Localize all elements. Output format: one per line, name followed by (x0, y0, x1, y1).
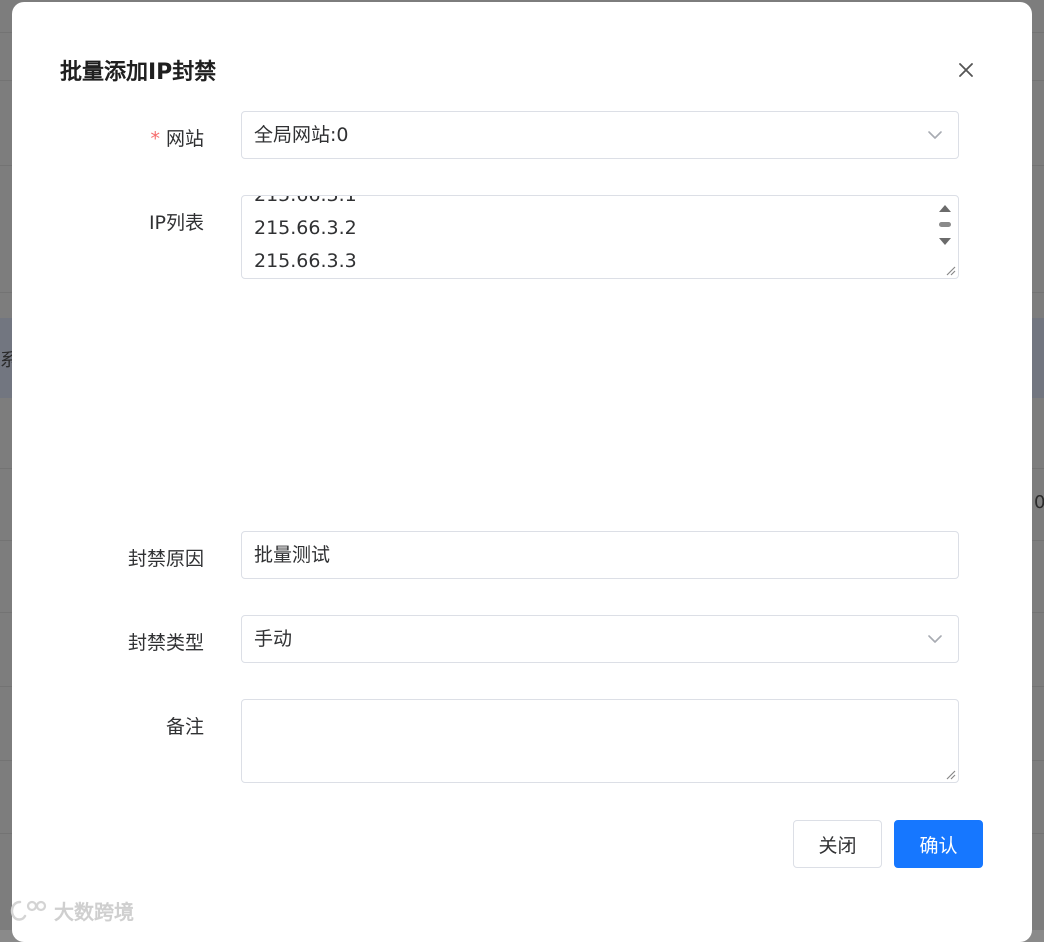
ban-type-select[interactable]: 手动 (241, 615, 959, 663)
ip-list-label: IP列表 (148, 212, 204, 234)
ip-list-line: 215.66.3.1 (254, 195, 357, 206)
ban-reason-label: 封禁原因 (127, 548, 204, 570)
ban-reason-input[interactable]: 批量测试 (241, 531, 959, 579)
dialog-title: 批量添加IP封禁 (60, 60, 217, 85)
ban-type-select-value: 手动 (254, 628, 293, 650)
remark-label: 备注 (165, 716, 204, 738)
watermark: 大数跨境 (8, 896, 134, 925)
close-button[interactable]: 关闭 (793, 820, 882, 868)
chevron-down-icon (928, 131, 942, 139)
website-select-value: 全局网站:0 (254, 124, 349, 146)
ban-type-label: 封禁类型 (127, 632, 204, 654)
close-icon[interactable] (952, 56, 980, 84)
website-select[interactable]: 全局网站:0 (241, 111, 959, 159)
bg-text-fragment: 0 (1034, 492, 1044, 513)
ip-list-textarea[interactable]: 215.66.3.1 215.66.3.2 215.66.3.3 (241, 195, 959, 279)
ip-list-line: 215.66.3.2 (254, 217, 357, 239)
batch-ip-ban-dialog: 批量添加IP封禁 * 网站 全局网站:0 IP列表 215.66.3.1 215.… (12, 2, 1032, 942)
ban-reason-value: 批量测试 (254, 544, 331, 566)
resize-handle-icon[interactable] (944, 264, 956, 276)
textarea-scrollbar[interactable] (934, 198, 956, 258)
resize-handle-icon[interactable] (944, 768, 956, 780)
website-label: * 网站 (24, 124, 204, 151)
confirm-button[interactable]: 确认 (894, 820, 983, 868)
chevron-down-icon (928, 635, 942, 643)
remark-textarea[interactable] (241, 699, 959, 783)
required-mark: * (150, 128, 160, 150)
website-label-text: 网站 (165, 128, 204, 150)
ip-list-line: 215.66.3.3 (254, 250, 357, 272)
watermark-logo-icon (10, 900, 47, 921)
watermark-text: 大数跨境 (54, 900, 134, 924)
